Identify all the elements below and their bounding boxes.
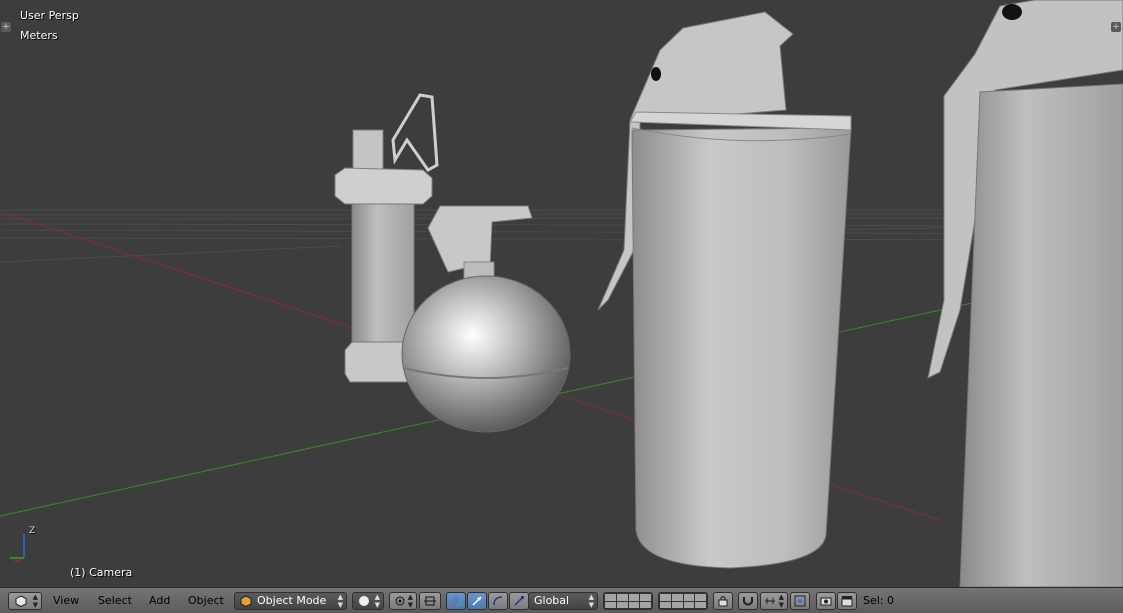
units-label: Meters [20, 29, 58, 42]
3d-viewport[interactable]: User Persp Meters (1) Camera Z + + [0, 0, 1123, 587]
transform-orientation-value: Global [534, 594, 570, 607]
manipulator-widget-icon [450, 596, 462, 607]
magnet-icon [743, 597, 753, 606]
origins-toggle-button[interactable] [419, 592, 441, 610]
axis-gizmo [10, 534, 25, 563]
render-still-button[interactable] [816, 592, 836, 610]
snap-toggle-button[interactable] [738, 592, 758, 610]
cylinder-grenade-object[interactable] [597, 11, 852, 569]
translate-arrow-icon [472, 596, 482, 606]
region-toggle-plus-icon[interactable]: + [1, 22, 11, 32]
translate-manipulator-button[interactable] [467, 592, 487, 610]
foreground-grenade-object[interactable] [927, 0, 1123, 587]
mode-value: Object Mode [257, 594, 327, 607]
menu-object[interactable]: Object [188, 593, 224, 609]
3d-view-header: ▲ ▼ View Select Add Object Object Mode ▲ ▼… [0, 587, 1123, 613]
snap-increment-icon [765, 598, 775, 604]
center-points-icon [424, 596, 436, 606]
proportional-edit-button[interactable] [790, 592, 810, 610]
manipulator-toggle-button[interactable] [446, 592, 466, 610]
viewport-shading-dropdown[interactable]: ▲ ▼ [352, 592, 384, 610]
rotate-arc-icon [493, 596, 503, 606]
object-mode-cube-icon [240, 595, 252, 607]
scene-layers-grid-a[interactable] [603, 592, 653, 610]
rotate-manipulator-button[interactable] [488, 592, 508, 610]
lock-icon [718, 596, 728, 607]
menu-select[interactable]: Select [98, 593, 132, 609]
render-animation-button[interactable] [837, 592, 857, 610]
scale-arrow-icon [514, 596, 524, 606]
transform-orientation-dropdown[interactable]: Global ▲ ▼ [528, 592, 598, 610]
scene-layers-grid-b[interactable] [658, 592, 708, 610]
camera-icon [820, 597, 832, 606]
grid-snap-icon [794, 595, 806, 607]
mode-dropdown[interactable]: Object Mode ▲ ▼ [234, 592, 347, 610]
pivot-point-icon [395, 596, 405, 606]
pivot-point-dropdown[interactable]: ▲ ▼ [389, 592, 417, 610]
view-name-label: User Persp [20, 9, 79, 22]
scale-manipulator-button[interactable] [509, 592, 529, 610]
menu-view[interactable]: View [53, 593, 79, 609]
sphere-grenade-object[interactable] [401, 205, 571, 433]
viewport-scene[interactable] [0, 0, 1123, 587]
active-object-label: (1) Camera [70, 566, 133, 579]
menu-add[interactable]: Add [149, 593, 170, 609]
lock-layers-button[interactable] [713, 592, 733, 610]
selection-count: Sel: 0 [863, 594, 895, 607]
region-toggle-plus-icon-right[interactable]: + [1111, 22, 1121, 32]
clapperboard-icon [841, 596, 853, 607]
gizmo-z-label: Z [29, 526, 36, 536]
solid-sphere-icon [359, 596, 369, 606]
3d-view-cube-icon [15, 595, 27, 607]
snap-element-dropdown[interactable]: ▲ ▼ [760, 592, 788, 610]
editor-type-selector[interactable]: ▲ ▼ [8, 592, 42, 610]
